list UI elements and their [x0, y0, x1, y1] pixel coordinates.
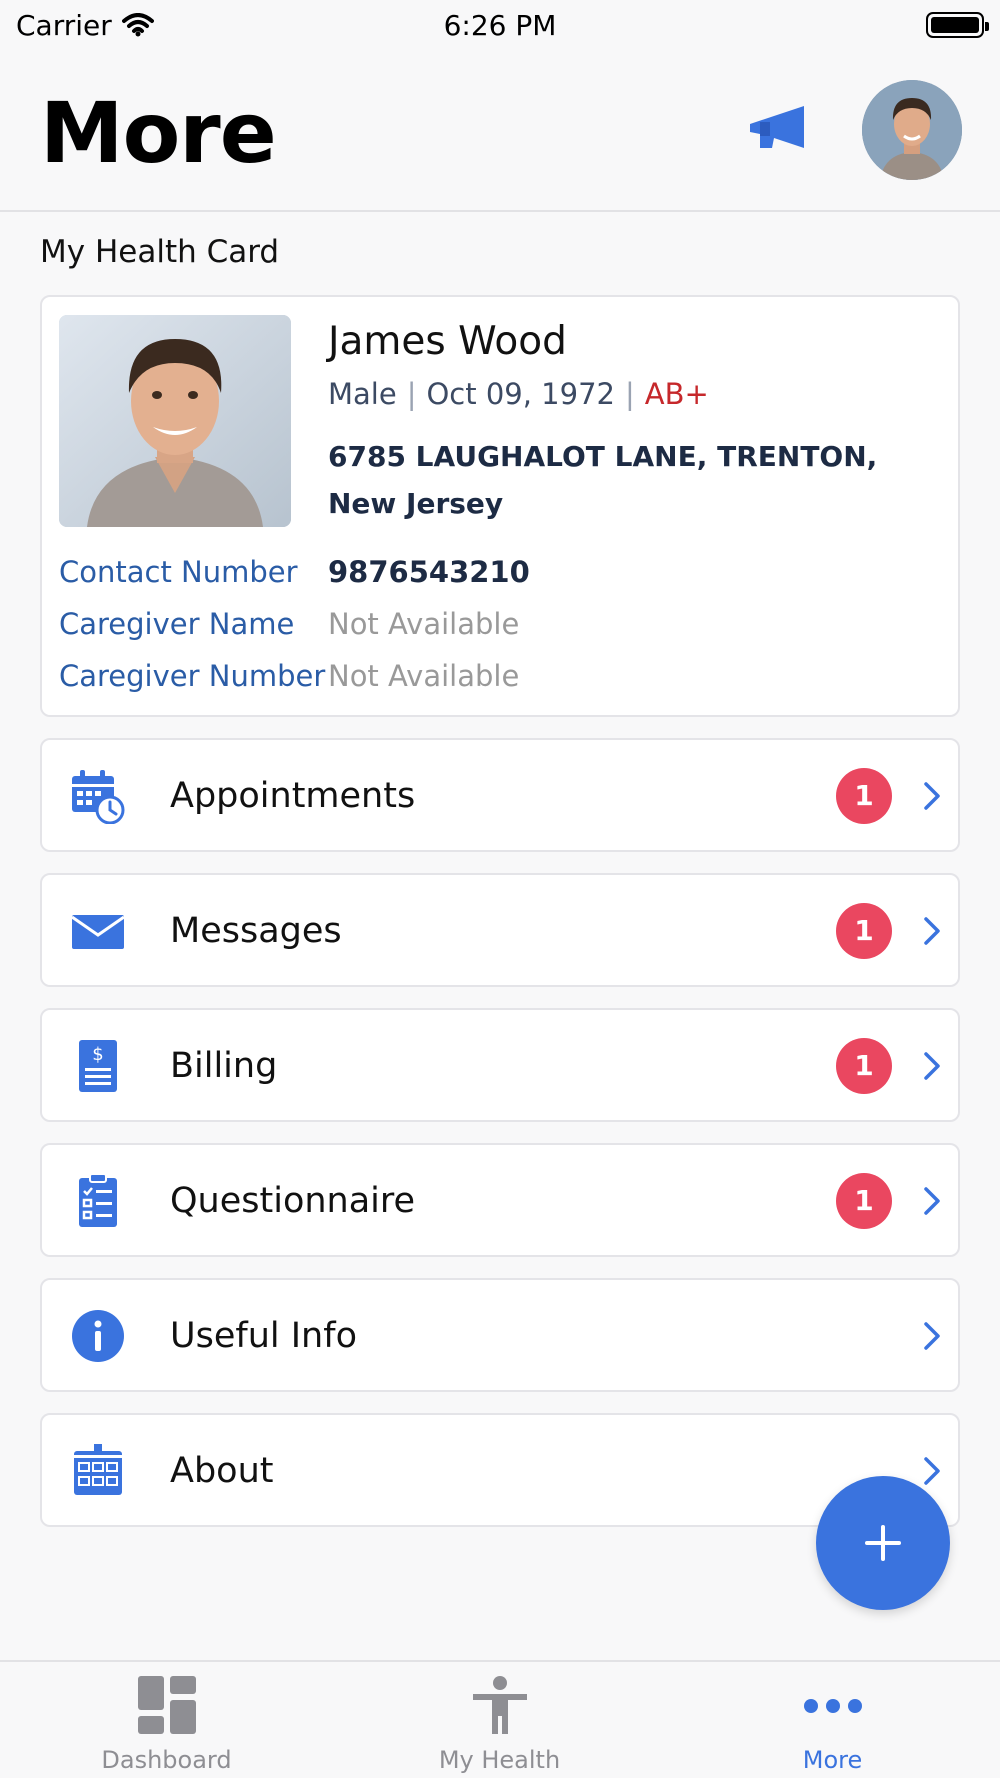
calendar-clock-icon: [72, 770, 125, 824]
svg-text:$: $: [92, 1044, 103, 1065]
info-label: Caregiver Name: [59, 607, 295, 641]
status-bar: Carrier 6:26 PM: [0, 0, 1000, 50]
notification-badge: 1: [836, 903, 892, 959]
envelope-icon: [71, 915, 125, 949]
plus-icon: [865, 1525, 901, 1561]
notification-badge: 1: [836, 768, 892, 824]
tab-bar: Dashboard My Health More: [0, 1660, 1000, 1778]
info-label: Caregiver Number: [59, 659, 326, 693]
avatar-portrait: [862, 80, 962, 180]
building-icon: [74, 1444, 122, 1495]
dashboard-icon: [137, 1676, 196, 1734]
info-label: Contact Number: [59, 555, 298, 589]
megaphone-icon[interactable]: [746, 102, 808, 160]
info-icon: [72, 1310, 124, 1362]
chevron-right-icon: [924, 917, 940, 945]
section-title-health-card: My Health Card: [40, 234, 280, 270]
caregiver-number-value: Not Available: [328, 659, 520, 693]
person-icon: [472, 1676, 527, 1734]
contact-number-value: 9876543210: [328, 555, 530, 589]
patient-name: James Wood: [328, 319, 567, 364]
menu-item-label: Questionnaire: [170, 1181, 416, 1221]
menu-item-label: Billing: [170, 1046, 278, 1086]
tab-label: Dashboard: [101, 1746, 232, 1774]
notification-badge: 1: [836, 1173, 892, 1229]
menu-item-label: Useful Info: [170, 1316, 357, 1356]
chevron-right-icon: [924, 1322, 940, 1350]
divider: |: [624, 377, 635, 411]
menu-item-appointments[interactable]: Appointments 1: [40, 738, 960, 852]
add-button[interactable]: [816, 1476, 950, 1610]
menu-item-label: Appointments: [170, 776, 416, 816]
clipboard-checklist-icon: [79, 1173, 117, 1227]
tab-label: More: [802, 1746, 863, 1774]
health-card[interactable]: James Wood Male | Oct 09, 1972 | AB+ 6785 LA…: [40, 295, 960, 717]
chevron-right-icon: [924, 1187, 940, 1215]
patient-portrait: [59, 315, 291, 527]
page-title: More: [40, 84, 277, 182]
menu-item-label: Messages: [170, 911, 342, 951]
menu-item-label: About: [170, 1451, 274, 1491]
chevron-right-icon: [924, 1052, 940, 1080]
avatar[interactable]: [862, 80, 962, 180]
patient-address: 6785 LAUGHALOT LANE, TRENTON, New Jersey: [328, 440, 878, 520]
menu-item-about[interactable]: About: [40, 1413, 960, 1527]
tab-more[interactable]: More: [666, 1662, 999, 1778]
chevron-right-icon: [924, 782, 940, 810]
patient-gender: Male: [328, 377, 397, 411]
header: More: [0, 50, 1000, 212]
more-dots-icon: [803, 1699, 862, 1713]
menu-item-billing[interactable]: $ Billing 1: [40, 1008, 960, 1122]
menu-item-questionnaire[interactable]: Questionnaire 1: [40, 1143, 960, 1257]
bill-icon: $: [79, 1040, 117, 1092]
notification-badge: 1: [836, 1038, 892, 1094]
tab-my-health[interactable]: My Health: [333, 1662, 666, 1778]
menu-item-messages[interactable]: Messages 1: [40, 873, 960, 987]
patient-demographics: Male | Oct 09, 1972 | AB+: [328, 377, 709, 411]
caregiver-name-value: Not Available: [328, 607, 520, 641]
patient-dob: Oct 09, 1972: [426, 377, 615, 411]
status-time: 6:26 PM: [443, 8, 557, 42]
battery-icon: [926, 12, 989, 38]
tab-dashboard[interactable]: Dashboard: [0, 1662, 333, 1778]
patient-photo: [59, 315, 291, 527]
chevron-right-icon: [924, 1457, 940, 1485]
blood-group: AB+: [644, 377, 709, 411]
tab-label: My Health: [438, 1746, 561, 1774]
menu-item-useful-info[interactable]: Useful Info: [40, 1278, 960, 1392]
divider: |: [406, 377, 417, 411]
